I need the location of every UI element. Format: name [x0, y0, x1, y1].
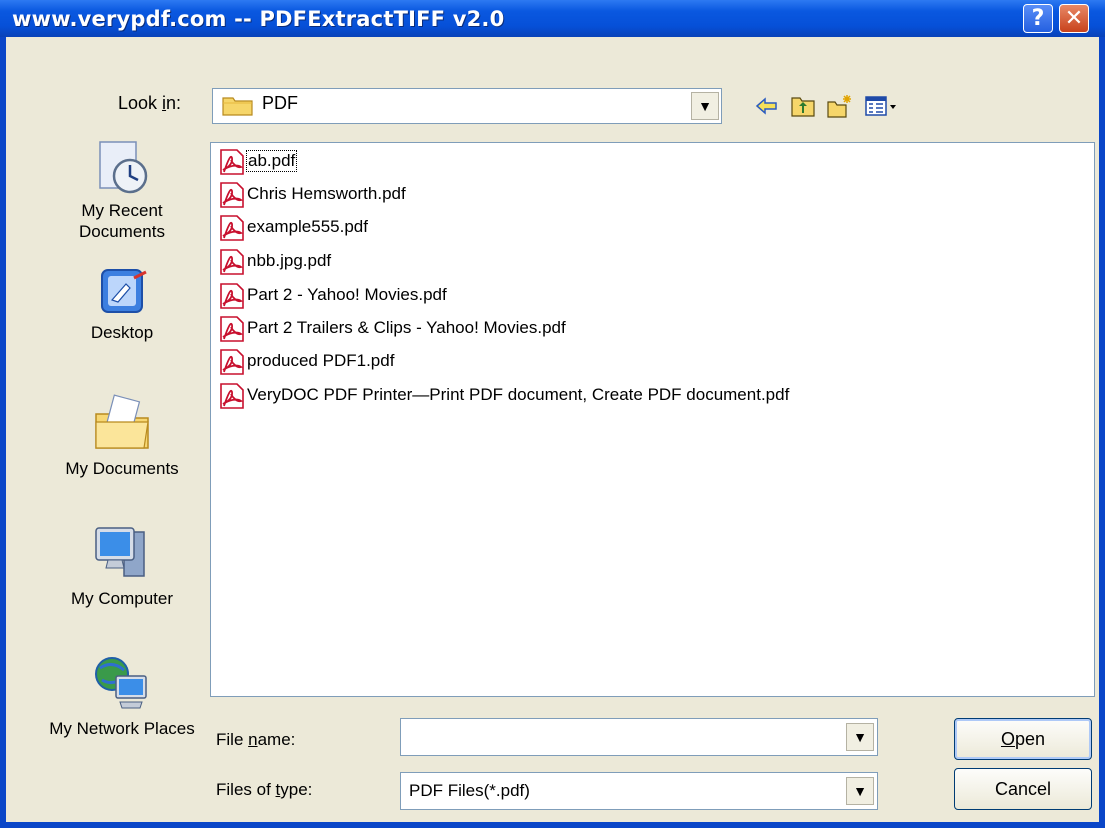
look-in-value: PDF	[262, 93, 298, 113]
pdf-file-icon	[220, 383, 244, 409]
chevron-down-icon: ▼	[853, 783, 867, 799]
pdf-file-icon	[220, 316, 244, 342]
open-button[interactable]: Open	[954, 718, 1092, 760]
file-type-select[interactable]: PDF Files(*.pdf)	[400, 772, 878, 810]
chevron-down-icon: ▼	[853, 729, 867, 745]
look-in-dropdown-arrow[interactable]: ▼	[691, 92, 719, 120]
pdf-file-icon	[220, 215, 244, 241]
view-menu-icon[interactable]	[864, 93, 900, 119]
place-my-documents[interactable]: My Documents	[42, 392, 202, 479]
file-list[interactable]: ab.pdf Chris Hemsworth.pdf example555.pd…	[210, 142, 1095, 697]
place-my-recent-documents[interactable]: My Recent Documents	[42, 138, 202, 242]
title-bar[interactable]: www.verypdf.com -- PDFExtractTIFF v2.0 ?…	[0, 0, 1105, 37]
my-computer-icon	[95, 527, 145, 577]
file-type-label: Files of type:	[216, 780, 313, 799]
network-places-icon	[95, 657, 147, 709]
pdf-file-icon	[220, 349, 244, 375]
file-name-input[interactable]	[400, 718, 878, 756]
back-arrow-icon[interactable]	[754, 93, 780, 119]
look-in-label: Look in:	[118, 93, 182, 113]
close-icon: ✕	[1064, 6, 1084, 31]
my-documents-icon	[95, 394, 149, 449]
file-name-label: File name:	[216, 730, 296, 749]
close-button[interactable]: ✕	[1059, 4, 1089, 33]
window-title: www.verypdf.com -- PDFExtractTIFF v2.0	[12, 7, 505, 31]
place-my-network-places[interactable]: My Network Places	[42, 650, 202, 739]
help-button[interactable]: ?	[1023, 4, 1053, 33]
pdf-file-icon	[220, 182, 244, 208]
place-my-computer[interactable]: My Computer	[42, 522, 202, 609]
cancel-button[interactable]: Cancel	[954, 768, 1092, 810]
file-type-dropdown-arrow[interactable]: ▼	[846, 777, 874, 805]
folder-icon	[222, 97, 253, 116]
new-folder-icon[interactable]	[826, 93, 852, 119]
dialog-window: www.verypdf.com -- PDFExtractTIFF v2.0 ?…	[0, 0, 1105, 828]
pdf-file-icon	[220, 283, 244, 309]
chevron-down-icon: ▼	[698, 98, 712, 114]
place-desktop[interactable]: Desktop	[42, 264, 202, 343]
file-name-dropdown-arrow[interactable]: ▼	[846, 723, 874, 751]
up-folder-icon[interactable]	[790, 93, 816, 119]
desktop-icon	[101, 269, 147, 313]
pdf-file-icon	[220, 249, 244, 275]
pdf-file-icon	[220, 149, 244, 175]
recent-documents-icon	[99, 141, 148, 194]
